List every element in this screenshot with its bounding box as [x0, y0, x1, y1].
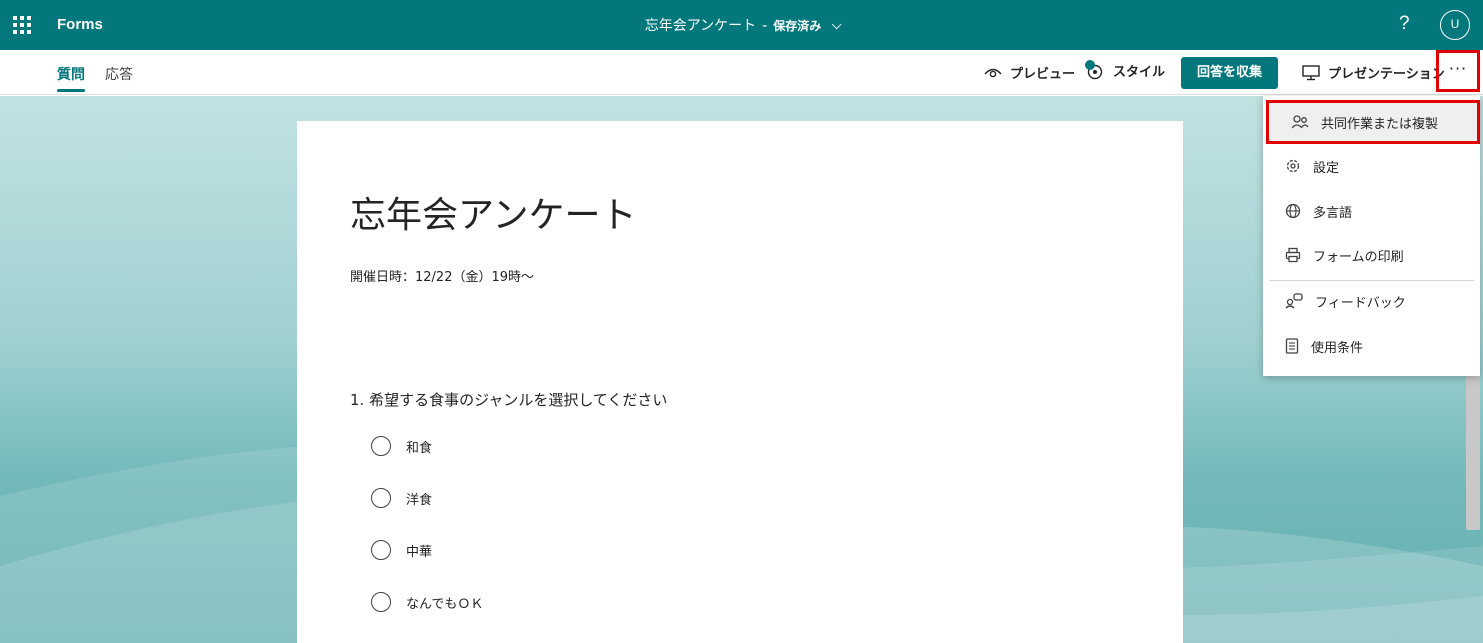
radio-button[interactable]: [371, 592, 391, 612]
menu-item-settings[interactable]: 設定: [1263, 144, 1480, 188]
menu-item-print[interactable]: フォームの印刷: [1263, 233, 1480, 277]
help-icon[interactable]: ?: [1399, 13, 1410, 35]
monitor-icon: [1302, 64, 1320, 80]
menu-item-label: フォームの印刷: [1313, 249, 1404, 265]
tab-responses[interactable]: 応答: [105, 64, 133, 84]
palette-icon: [1085, 60, 1103, 80]
choice-option[interactable]: なんでもＯＫ: [371, 592, 483, 612]
more-options-button[interactable]: ···: [1436, 50, 1480, 92]
menu-item-multilingual[interactable]: 多言語: [1263, 189, 1480, 233]
choice-label: 洋食: [406, 492, 433, 508]
printer-icon: [1285, 247, 1301, 263]
choice-option[interactable]: 中華: [371, 540, 432, 560]
menu-item-feedback[interactable]: フィードバック: [1263, 279, 1480, 323]
choice-option[interactable]: 和食: [371, 436, 432, 456]
choice-label: 和食: [406, 440, 433, 456]
chevron-down-icon[interactable]: [831, 19, 842, 30]
preview-button[interactable]: プレビュー: [984, 63, 1075, 82]
eye-icon: [984, 68, 1002, 77]
choice-option[interactable]: 洋食: [371, 488, 432, 508]
document-title-bar[interactable]: 忘年会アンケート - 保存済み: [0, 15, 1483, 35]
menu-item-terms[interactable]: 使用条件: [1263, 324, 1480, 368]
command-bar: 質問 応答 プレビュー スタイル 回答を収集 プレゼンテーション ···: [0, 50, 1483, 95]
choice-label: なんでもＯＫ: [406, 596, 484, 612]
preview-label: プレビュー: [1010, 67, 1076, 82]
choice-label: 中華: [406, 544, 433, 560]
menu-item-label: 設定: [1313, 160, 1340, 176]
scrollbar[interactable]: [1466, 370, 1480, 530]
title-separator: -: [762, 18, 768, 34]
radio-button[interactable]: [371, 436, 391, 456]
question-title[interactable]: 1. 希望する食事のジャンルを選択してください: [350, 389, 667, 410]
menu-item-label: フィードバック: [1315, 295, 1406, 311]
globe-icon: [1285, 203, 1301, 219]
collect-responses-button[interactable]: 回答を収集: [1181, 57, 1278, 89]
form-title[interactable]: 忘年会アンケート: [350, 186, 637, 238]
avatar[interactable]: U: [1440, 10, 1470, 40]
gear-icon: [1286, 159, 1300, 173]
more-options-menu: 共同作業または複製 設定 多言語 フォームの印刷 フィードバック 使用条件: [1263, 96, 1480, 376]
presentation-button[interactable]: プレゼンテーション: [1302, 63, 1445, 82]
top-bar: Forms 忘年会アンケート - 保存済み ? U: [0, 0, 1483, 50]
document-title: 忘年会アンケート: [644, 18, 757, 34]
people-icon: [1291, 115, 1309, 129]
menu-item-label: 共同作業または複製: [1321, 116, 1439, 132]
feedback-icon: [1285, 293, 1303, 309]
style-label: スタイル: [1113, 64, 1166, 80]
style-button[interactable]: スタイル: [1083, 59, 1165, 81]
form-description[interactable]: 開催日時：12/22（金）19時～: [350, 266, 534, 285]
menu-item-collaborate[interactable]: 共同作業または複製: [1266, 100, 1480, 144]
tab-questions[interactable]: 質問: [57, 64, 85, 92]
radio-button[interactable]: [371, 540, 391, 560]
menu-item-label: 多言語: [1313, 205, 1353, 221]
radio-button[interactable]: [371, 488, 391, 508]
save-status: 保存済み: [773, 19, 822, 33]
document-icon: [1285, 338, 1299, 354]
presentation-label: プレゼンテーション: [1328, 67, 1445, 82]
menu-item-label: 使用条件: [1311, 340, 1364, 356]
form-card: 忘年会アンケート 開催日時：12/22（金）19時～ 1. 希望する食事のジャン…: [297, 121, 1183, 643]
